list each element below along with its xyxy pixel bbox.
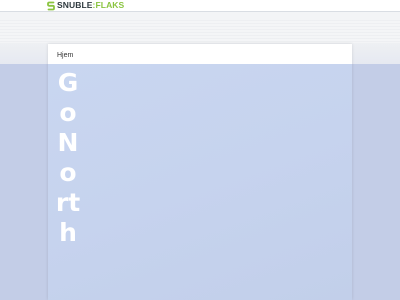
brand-name-part1: SNUBLE bbox=[57, 0, 93, 10]
hero-banner: GoNorth bbox=[48, 64, 352, 300]
content-card: Hjem GoNorth bbox=[48, 44, 352, 300]
right-gutter bbox=[352, 64, 400, 300]
brand-name: SNUBLE:FLAKS bbox=[57, 0, 124, 11]
brand-logo[interactable]: SNUBLE:FLAKS bbox=[47, 0, 124, 11]
breadcrumb: Hjem bbox=[57, 51, 73, 60]
breadcrumb-home-link[interactable]: Hjem bbox=[57, 52, 73, 59]
left-gutter bbox=[0, 64, 48, 300]
brand-name-part2: FLAKS bbox=[95, 0, 125, 10]
hero-title: GoNorth bbox=[55, 68, 81, 247]
s-logo-icon bbox=[47, 1, 55, 10]
header-band-pattern bbox=[0, 20, 400, 42]
top-header: SNUBLE:FLAKS bbox=[0, 0, 400, 12]
